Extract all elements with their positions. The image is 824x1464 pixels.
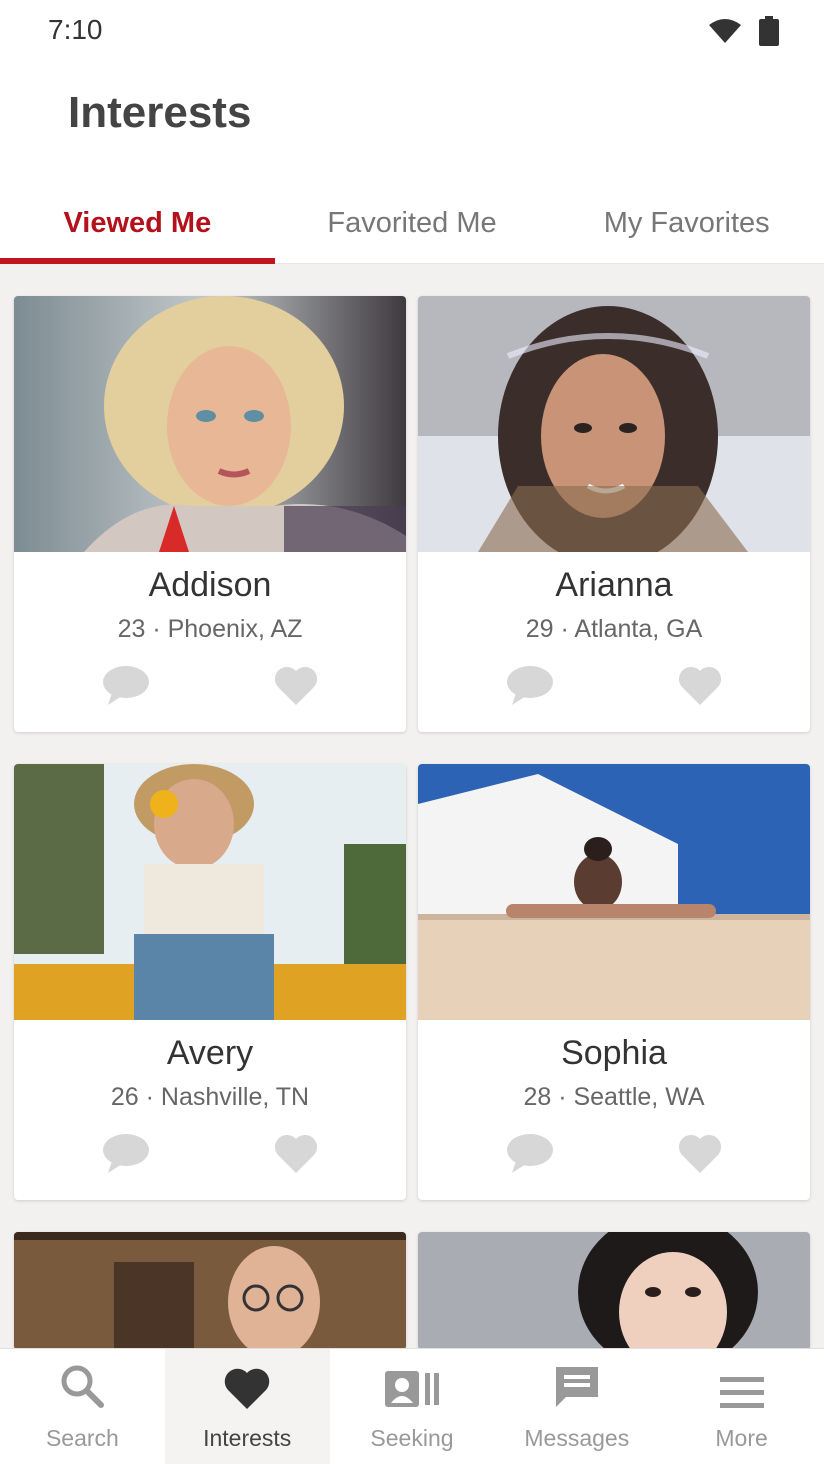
profile-photo[interactable]	[418, 764, 810, 1020]
chat-bubble-icon[interactable]	[506, 1133, 554, 1178]
profile-meta: 23 · Phoenix, AZ	[117, 615, 303, 643]
header: Interests	[0, 64, 824, 184]
search-icon	[59, 1363, 105, 1425]
profile-meta: 28 · Seattle, WA	[523, 1083, 705, 1111]
card-actions	[418, 1134, 810, 1178]
nav-interests[interactable]: Interests	[164, 1349, 330, 1464]
profile-name: Addison	[148, 566, 272, 604]
heart-icon[interactable]	[274, 1133, 318, 1178]
wifi-icon	[708, 17, 742, 50]
profile-name: Avery	[166, 1034, 254, 1072]
seeking-icon	[384, 1369, 439, 1425]
tab-bar: Viewed Me Favorited Me My Favorites	[0, 184, 824, 264]
menu-icon	[719, 1375, 764, 1425]
nav-label: More	[715, 1425, 768, 1451]
nav-label: Seeking	[370, 1425, 454, 1451]
chat-bubble-icon[interactable]	[506, 665, 554, 710]
nav-more[interactable]: More	[659, 1349, 824, 1464]
nav-label: Interests	[203, 1425, 292, 1451]
profile-card[interactable]: Arianna 29 · Atlanta, GA	[418, 296, 810, 732]
profile-photo[interactable]	[14, 1232, 406, 1350]
messages-icon	[554, 1365, 600, 1425]
nav-search[interactable]: Search	[0, 1349, 165, 1464]
card-actions	[418, 666, 810, 710]
nav-seeking[interactable]: Seeking	[330, 1349, 495, 1464]
chat-bubble-icon[interactable]	[102, 665, 150, 710]
tab-favorited-me[interactable]: Favorited Me	[275, 184, 550, 263]
profile-card[interactable]: Addison 23 · Phoenix, AZ	[14, 296, 406, 732]
status-bar: 7:10	[0, 0, 824, 64]
tab-viewed-me[interactable]: Viewed Me	[0, 184, 275, 264]
heart-icon	[224, 1367, 270, 1425]
nav-label: Messages	[524, 1425, 630, 1451]
nav-label: Search	[45, 1425, 119, 1451]
page-title: Interests	[68, 88, 252, 137]
nav-messages[interactable]: Messages	[494, 1349, 659, 1464]
profile-meta: 26 · Nashville, TN	[110, 1083, 310, 1111]
profile-card[interactable]: Sophia 28 · Seattle, WA	[418, 764, 810, 1200]
profile-photo[interactable]	[14, 296, 406, 552]
profile-photo[interactable]	[418, 1232, 810, 1350]
heart-icon[interactable]	[678, 1133, 722, 1178]
profile-card[interactable]: Avery 26 · Nashville, TN	[14, 764, 406, 1200]
heart-icon[interactable]	[274, 665, 318, 710]
profile-photo[interactable]	[14, 764, 406, 1020]
chat-bubble-icon[interactable]	[102, 1133, 150, 1178]
profile-name: Sophia	[561, 1034, 667, 1072]
profile-photo[interactable]	[418, 296, 810, 552]
profile-meta: 29 · Atlanta, GA	[525, 615, 703, 643]
profile-card[interactable]	[418, 1232, 810, 1350]
profile-name: Arianna	[555, 566, 673, 604]
bottom-nav: Search Interests Seeking Messages More	[0, 1348, 824, 1464]
card-actions	[14, 666, 406, 710]
status-time: 7:10	[48, 14, 103, 45]
heart-icon[interactable]	[678, 665, 722, 710]
battery-icon	[758, 16, 780, 51]
card-actions	[14, 1134, 406, 1178]
profile-grid: Addison 23 · Phoenix, AZ Arianna 29 · At…	[14, 296, 810, 1350]
status-icons	[708, 16, 780, 51]
profile-card[interactable]	[14, 1232, 406, 1350]
tab-my-favorites[interactable]: My Favorites	[549, 184, 824, 263]
